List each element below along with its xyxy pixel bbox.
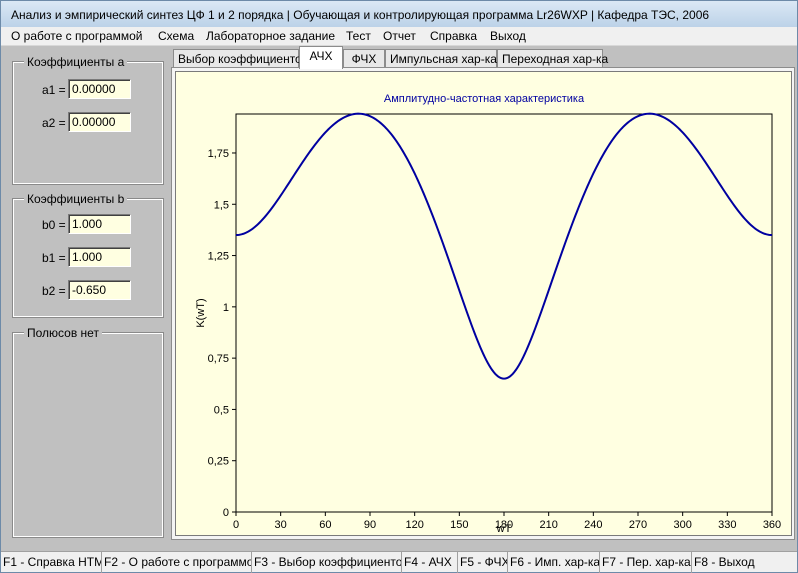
window-title: Анализ и эмпирический синтез ЦФ 1 и 2 по… [11, 8, 710, 22]
chart-panel: Амплитудно-частотная характеристика 0 30 6… [175, 71, 792, 536]
menu-exit[interactable]: Выход [488, 29, 528, 43]
y-tick-label: 0,25 [208, 456, 229, 468]
coeff-a-group: Коэффициенты a a1 = 0.00000 a2 = 0.00000 [12, 55, 164, 185]
b0-input[interactable]: 1.000 [68, 214, 131, 234]
tab-amplitude[interactable]: АЧХ [299, 46, 343, 69]
status-f8[interactable]: F8 - Выход [692, 552, 797, 573]
poles-title: Полюсов нет [24, 326, 102, 340]
x-tick-label: 150 [450, 519, 468, 531]
title-bar[interactable]: Анализ и эмпирический синтез ЦФ 1 и 2 по… [1, 1, 797, 27]
coeff-a-title: Коэффициенты a [24, 55, 128, 69]
menu-bar: О работе с программой Схема Лабораторное… [1, 27, 797, 46]
menu-help[interactable]: Справка [428, 29, 479, 43]
status-f4[interactable]: F4 - АЧХ [402, 552, 458, 573]
y-tick-label: 1,5 [214, 199, 229, 211]
y-tick-label: 1 [223, 302, 229, 314]
status-f6[interactable]: F6 - Имп. хар-ка [508, 552, 600, 573]
app-window: Анализ и эмпирический синтез ЦФ 1 и 2 по… [0, 0, 798, 573]
tab-step[interactable]: Переходная хар-ка [497, 49, 608, 68]
coeff-b-title: Коэффициенты b [24, 192, 128, 206]
menu-report[interactable]: Отчет [381, 29, 418, 43]
b1-input[interactable]: 1.000 [68, 247, 131, 267]
a1-label: a1 = [42, 83, 66, 97]
coeff-b-group: Коэффициенты b b0 = 1.000 b1 = 1.000 b2 … [12, 192, 164, 318]
x-tick-label: 270 [629, 519, 647, 531]
status-bar: F1 - Справка HTML F2 - О работе с програ… [1, 551, 797, 573]
chart-title: Амплитудно-частотная характеристика [384, 93, 585, 105]
a1-input[interactable]: 0.00000 [68, 79, 131, 99]
y-axis: 0 0,25 0,5 0,75 1 1,25 1,5 1,75 [208, 148, 236, 519]
status-f1[interactable]: F1 - Справка HTML [1, 552, 102, 573]
x-tick-label: 330 [718, 519, 736, 531]
menu-scheme[interactable]: Схема [156, 29, 196, 43]
x-tick-label: 120 [405, 519, 423, 531]
menu-lab-task[interactable]: Лабораторное задание [204, 29, 337, 43]
y-tick-label: 0,5 [214, 404, 229, 416]
tab-impulse[interactable]: Импульсная хар-ка [385, 49, 497, 68]
client-area: Коэффициенты a a1 = 0.00000 a2 = 0.00000… [1, 46, 797, 551]
x-tick-label: 360 [763, 519, 781, 531]
y-axis-label: K(wT) [195, 298, 207, 327]
a2-label: a2 = [42, 116, 66, 130]
tab-phase[interactable]: ФЧХ [343, 49, 385, 68]
x-tick-label: 240 [584, 519, 602, 531]
a2-input[interactable]: 0.00000 [68, 112, 131, 132]
status-f3[interactable]: F3 - Выбор коэффициентов [252, 552, 402, 573]
b2-label: b2 = [42, 284, 66, 298]
x-tick-label: 30 [275, 519, 287, 531]
tab-page: Амплитудно-частотная характеристика 0 30 6… [171, 67, 795, 540]
x-tick-label: 60 [319, 519, 331, 531]
poles-group: Полюсов нет [12, 326, 164, 538]
x-tick-label: 300 [673, 519, 691, 531]
status-f2[interactable]: F2 - О работе с программой [102, 552, 252, 573]
y-tick-label: 0 [223, 507, 229, 519]
x-axis-label: wT [496, 523, 512, 535]
b2-input[interactable]: -0.650 [68, 280, 131, 300]
tab-coeff-select[interactable]: Выбор коэффициентов [173, 49, 308, 68]
y-tick-label: 0,75 [208, 353, 229, 365]
status-f5[interactable]: F5 - ФЧХ [458, 552, 508, 573]
b1-label: b1 = [42, 251, 66, 265]
x-tick-label: 0 [233, 519, 239, 531]
status-f7[interactable]: F7 - Пер. хар-ка [600, 552, 692, 573]
menu-test[interactable]: Тест [344, 29, 373, 43]
amplitude-chart: Амплитудно-частотная характеристика 0 30 6… [195, 93, 781, 535]
x-tick-label: 90 [364, 519, 376, 531]
b0-label: b0 = [42, 218, 66, 232]
plot-frame [235, 113, 773, 513]
y-tick-label: 1,75 [208, 148, 229, 160]
menu-about[interactable]: О работе с программой [9, 29, 144, 43]
x-tick-label: 210 [539, 519, 557, 531]
y-tick-label: 1,25 [208, 251, 229, 263]
